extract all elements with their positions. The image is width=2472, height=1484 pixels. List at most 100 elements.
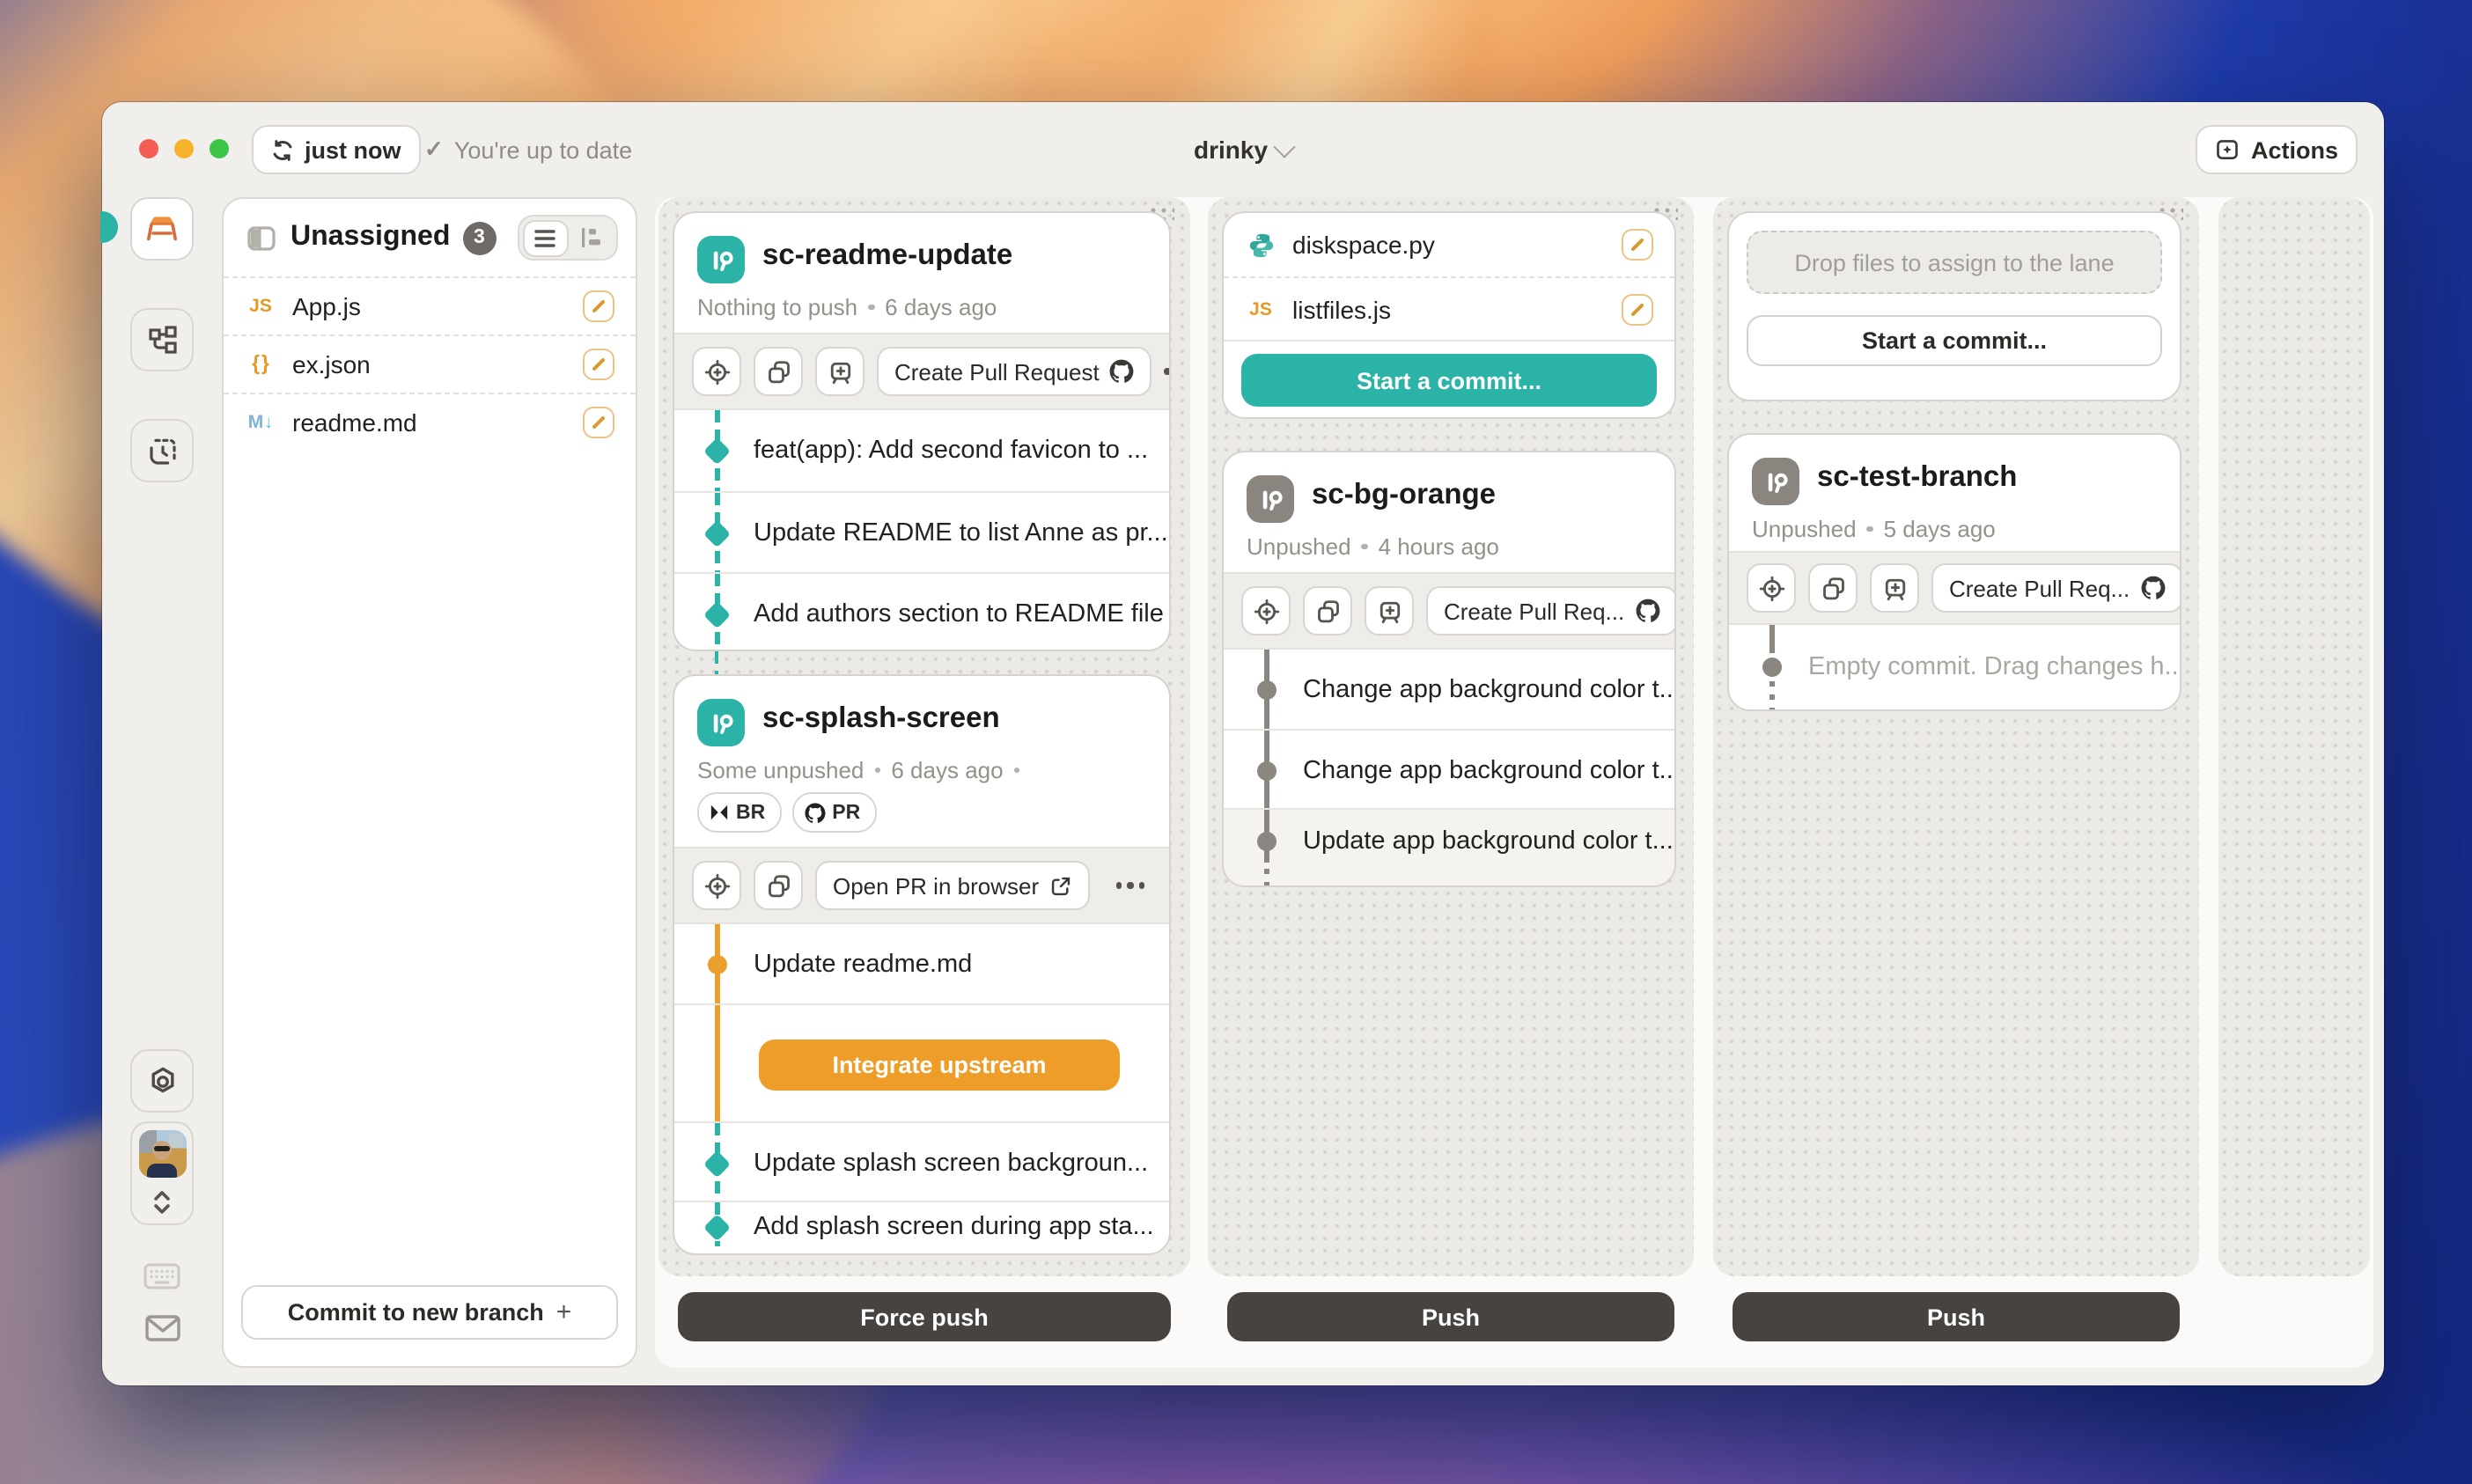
lane-sc-test-branch: Drop files to assign to the lane Start a… <box>1713 197 2199 1368</box>
commit-row[interactable]: Add authors section to README file <box>674 572 1169 651</box>
mail-icon <box>143 1313 180 1343</box>
file-row-app-js[interactable]: JS App.js <box>224 276 636 334</box>
commit-message: Update splash screen backgroun... <box>754 1149 1148 1177</box>
push-button[interactable]: Push <box>1733 1292 2180 1341</box>
copy-icon[interactable] <box>1808 563 1858 613</box>
keyboard-shortcuts-button[interactable] <box>130 1262 194 1290</box>
empty-commit-row[interactable]: Empty commit. Drag changes h... <box>1729 625 2180 711</box>
target-commit-icon[interactable] <box>692 861 741 910</box>
user-avatar <box>138 1129 186 1177</box>
file-row-ex-json[interactable]: { } ex.json <box>224 334 636 393</box>
sync-icon <box>271 138 294 161</box>
feedback-button[interactable] <box>130 1313 194 1343</box>
integrate-upstream-button[interactable]: Integrate upstream <box>759 1039 1120 1090</box>
commit-row[interactable]: Add splash screen during app sta... <box>674 1201 1169 1255</box>
file-name: ex.json <box>292 350 371 378</box>
stack-name: sc-bg-orange <box>1312 479 1496 512</box>
commit-row[interactable]: Update README to list Anne as pr... <box>674 491 1169 574</box>
start-commit-button[interactable]: Start a commit... <box>1747 315 2162 366</box>
integrate-upstream-row: Integrate upstream <box>674 1003 1169 1123</box>
open-pr-in-browser-button[interactable]: Open PR in browser <box>815 861 1090 910</box>
create-pull-request-label: Create Pull Req... <box>1444 598 1624 624</box>
target-commit-icon[interactable] <box>692 347 741 396</box>
create-pull-request-button[interactable]: Create Pull Request <box>877 347 1152 396</box>
create-pull-request-label: Create Pull Req... <box>1949 575 2130 601</box>
github-icon <box>804 802 825 823</box>
copy-icon[interactable] <box>754 347 803 396</box>
commit-marker-icon <box>1762 658 1781 677</box>
commit-message: Update readme.md <box>754 950 972 978</box>
create-pull-request-button[interactable]: Create Pull Req... <box>1426 586 1676 635</box>
stack-menu-button[interactable] <box>1115 883 1151 889</box>
target-commit-icon[interactable] <box>1747 563 1796 613</box>
file-row-listfiles-js[interactable]: JS listfiles.js <box>1224 276 1674 340</box>
list-view-toggle[interactable] <box>522 219 568 256</box>
commit-message: Update README to list Anne as pr... <box>754 519 1168 547</box>
sync-button[interactable]: just now <box>252 125 421 174</box>
force-push-button[interactable]: Force push <box>678 1292 1171 1341</box>
commit-row[interactable]: Change app background color t... <box>1224 729 1674 810</box>
push-button[interactable]: Push <box>1227 1292 1674 1341</box>
python-file-icon <box>1245 231 1276 259</box>
sidebar-item-branches[interactable] <box>130 308 194 371</box>
start-commit-button[interactable]: Start a commit... <box>1241 354 1657 407</box>
copy-icon[interactable] <box>1303 586 1352 635</box>
copy-icon[interactable] <box>754 861 803 910</box>
modified-badge-icon <box>1622 229 1653 261</box>
commit-marker-icon <box>703 601 730 628</box>
commit-marker-icon <box>1256 680 1276 699</box>
empty-lane-area <box>2218 197 2370 1368</box>
close-window-button[interactable] <box>139 139 158 158</box>
lane-canvas: diskspace.py JS listfiles.js Start a com… <box>1208 197 1694 1276</box>
commit-message: Add authors section to README file <box>754 600 1164 628</box>
lane-footer: Force push <box>658 1276 1190 1368</box>
plus-icon: + <box>556 1297 572 1327</box>
check-icon: ✓ <box>424 136 444 164</box>
commit-row[interactable]: Change app background color t... <box>1224 650 1674 729</box>
zoom-window-button[interactable] <box>210 139 229 158</box>
branch-review-badge[interactable]: BR <box>697 792 781 833</box>
assign-machine-icon[interactable] <box>1870 563 1919 613</box>
tree-view-toggle[interactable] <box>568 219 614 256</box>
js-file-icon: JS <box>245 292 276 320</box>
dot-separator <box>1014 768 1020 774</box>
create-pull-request-button[interactable]: Create Pull Req... <box>1931 563 2181 613</box>
branch-icon <box>697 236 745 283</box>
assign-machine-icon[interactable] <box>815 347 864 396</box>
stack-menu-button[interactable] <box>1165 369 1171 375</box>
lane-footer: Push <box>1208 1276 1694 1368</box>
file-row-readme-md[interactable]: M↓ readme.md <box>224 393 636 451</box>
actions-icon <box>2216 137 2240 162</box>
assign-files-card: Drop files to assign to the lane Start a… <box>1727 211 2181 401</box>
project-switcher[interactable]: drinky <box>1194 125 1292 174</box>
minimize-window-button[interactable] <box>174 139 194 158</box>
commit-message: Update app background color t... <box>1303 827 1674 856</box>
actions-button[interactable]: Actions <box>2196 125 2358 174</box>
target-commit-icon[interactable] <box>1241 586 1291 635</box>
chevron-down-icon <box>1273 135 1295 157</box>
keyboard-icon <box>143 1262 181 1290</box>
history-clock-icon <box>145 434 179 467</box>
drop-files-zone[interactable]: Drop files to assign to the lane <box>1747 231 2162 294</box>
stack-status: Nothing to push <box>697 294 857 320</box>
commit-row[interactable]: Update readme.md <box>674 924 1169 1003</box>
workspace: sc-readme-update Nothing to push 6 days … <box>655 197 2373 1368</box>
file-row-diskspace-py[interactable]: diskspace.py <box>1224 213 1674 276</box>
account-switcher[interactable] <box>130 1121 194 1225</box>
settings-button[interactable] <box>130 1049 194 1113</box>
lane-footer <box>2218 1276 2370 1368</box>
lane-canvas <box>2218 197 2370 1276</box>
unassigned-panel: Unassigned 3 JS App.js { } ex.json <box>222 197 637 1368</box>
commit-row[interactable]: Update splash screen backgroun... <box>674 1121 1169 1202</box>
assign-machine-icon[interactable] <box>1365 586 1414 635</box>
commit-to-new-branch-label: Commit to new branch <box>288 1299 544 1326</box>
commit-row[interactable]: feat(app): Add second favicon to ... <box>674 410 1169 491</box>
stack-time: 5 days ago <box>1884 516 1996 542</box>
stack-card-sc-test-branch: sc-test-branch Unpushed 5 days ago <box>1727 433 2181 711</box>
sidebar-item-history[interactable] <box>130 419 194 482</box>
commit-to-new-branch-button[interactable]: Commit to new branch + <box>241 1285 618 1340</box>
sidebar-item-workspace[interactable] <box>130 197 194 261</box>
pull-request-badge[interactable]: PR <box>791 792 876 833</box>
commit-row[interactable]: Update app background color t... <box>1224 808 1674 887</box>
branch-icon <box>697 699 745 746</box>
